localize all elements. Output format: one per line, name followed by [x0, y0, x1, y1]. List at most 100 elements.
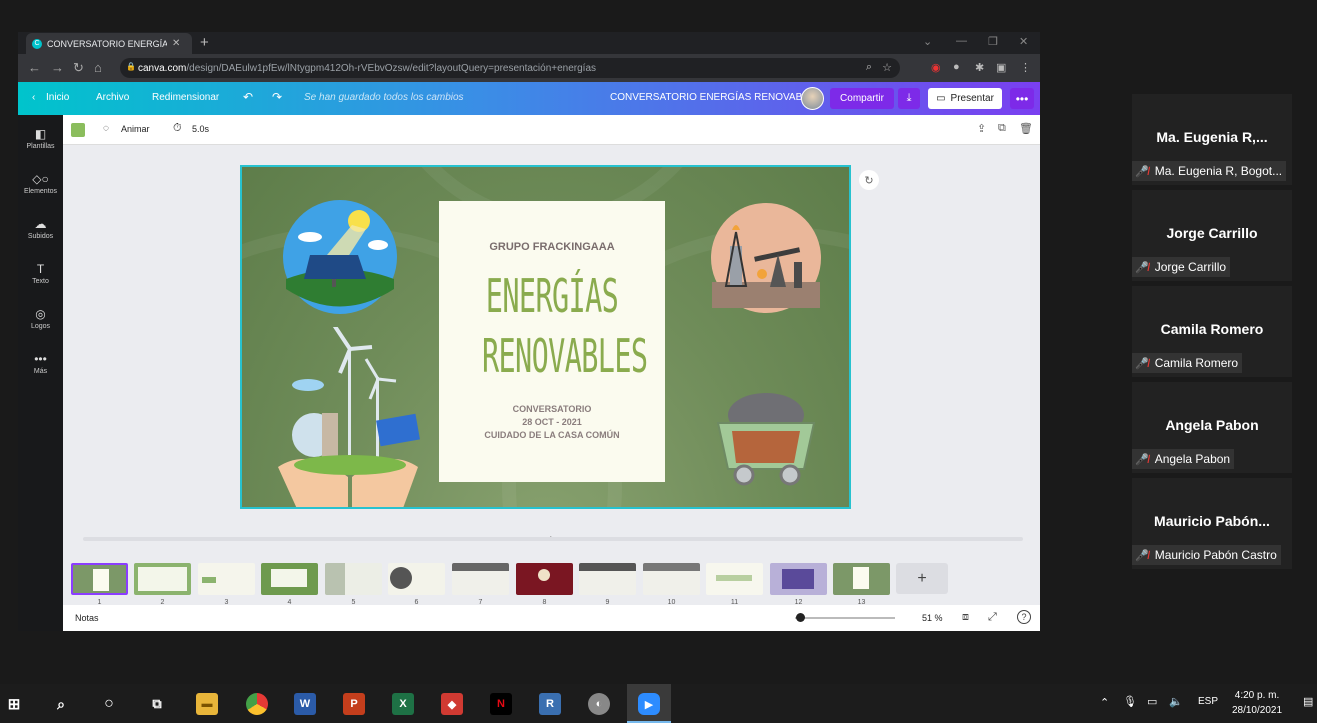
help-icon[interactable]: ?	[1017, 610, 1031, 624]
chrome-icon[interactable]	[246, 693, 268, 715]
search-icon[interactable]: ⌕	[50, 693, 72, 715]
sketchup-icon[interactable]: ◆	[441, 693, 463, 715]
browser-tab[interactable]: C CONVERSATORIO ENERGÍAS RENO ✕	[26, 33, 192, 54]
language-indicator[interactable]: ESP	[1198, 696, 1218, 707]
page-thumbnail[interactable]	[579, 563, 636, 595]
zoom-slider[interactable]	[795, 617, 895, 619]
home-icon[interactable]: ⌂	[94, 60, 102, 75]
present-button[interactable]: ▭ Presentar	[928, 88, 1002, 109]
back-icon[interactable]: ←	[28, 60, 41, 75]
undo-icon[interactable]: ↶	[243, 90, 253, 104]
duration-value[interactable]: 5.0s	[192, 124, 209, 134]
extensions-puzzle-icon[interactable]: ✱	[975, 61, 984, 74]
file-explorer-icon[interactable]: ▬	[196, 693, 218, 715]
animate-button[interactable]: Animar	[121, 124, 150, 134]
editor-workspace: ◌ Animar ⏱ 5.0s ⇪ ⧉ 🗑 GRUPO FRACKINGAAA …	[63, 115, 1040, 631]
zoom-icon[interactable]: ⌕	[866, 61, 872, 74]
background-color-swatch[interactable]	[71, 123, 85, 137]
participant-label-text: Mauricio Pabón Castro	[1154, 548, 1277, 562]
page-thumbnail[interactable]	[516, 563, 573, 595]
page-thumbnail[interactable]	[325, 563, 382, 595]
zoom-taskbar-item[interactable]: ▶	[627, 684, 671, 723]
share-button[interactable]: Compartir	[830, 88, 894, 109]
minimize-button[interactable]: —	[956, 35, 967, 47]
participant-tile[interactable]: Mauricio Pabón... 🎤̸ Mauricio Pabón Castr…	[1132, 478, 1292, 569]
volume-icon[interactable]: 🔈	[1169, 695, 1183, 708]
delete-page-icon[interactable]: 🗑	[1019, 122, 1033, 135]
windows-start-icon[interactable]: ⊞	[3, 693, 25, 715]
extension-icon[interactable]: ●	[953, 61, 960, 73]
bookmark-star-icon[interactable]: ☆	[882, 61, 892, 74]
excel-icon[interactable]: X	[392, 693, 414, 715]
home-link[interactable]: Inicio	[46, 92, 69, 103]
file-menu[interactable]: Archivo	[96, 92, 129, 103]
revit-icon[interactable]: R	[539, 693, 561, 715]
redo-icon[interactable]: ↷	[272, 90, 282, 104]
rail-item-uploads[interactable]: ☁ Subidos	[18, 217, 63, 240]
title-card[interactable]: GRUPO FRACKINGAAA ENERGÍAS RENOVABLES CO…	[439, 201, 665, 482]
tray-chevron-icon[interactable]: ⌃	[1100, 696, 1109, 709]
participant-tile[interactable]: Jorge Carrillo 🎤̸ Jorge Carrillo	[1132, 190, 1292, 281]
forward-icon[interactable]: →	[51, 60, 64, 75]
network-icon[interactable]: ▭	[1147, 695, 1157, 708]
url-input[interactable]: 🔒 canva.com/design/DAEulw1pfEw/lNtygpm41…	[120, 58, 900, 78]
task-view-icon[interactable]: ⧉	[146, 693, 168, 715]
app-globe-icon[interactable]: ◐	[588, 693, 610, 715]
windows-taskbar: ⊞ ⌕ ○ ⧉ ▬ W P X ◆ N R ◐ ▶ ⌃ 🎙 ▭ 🔈 ESP 4:…	[0, 684, 1317, 723]
page-thumbnail[interactable]	[770, 563, 827, 595]
extension-icon[interactable]: ▣	[996, 61, 1006, 74]
maximize-button[interactable]: ❐	[988, 35, 998, 48]
notifications-icon[interactable]: ▤	[1303, 695, 1313, 708]
page-thumbnail[interactable]	[261, 563, 318, 595]
participant-tile[interactable]: Camila Romero 🎤̸ Camila Romero	[1132, 286, 1292, 377]
rail-item-text[interactable]: T Texto	[18, 262, 63, 285]
word-icon[interactable]: W	[294, 693, 316, 715]
page-thumbnail[interactable]	[706, 563, 763, 595]
user-avatar[interactable]	[801, 87, 824, 110]
slide-canvas[interactable]: GRUPO FRACKINGAAA ENERGÍAS RENOVABLES CO…	[240, 165, 851, 509]
page-thumbnail[interactable]	[71, 563, 128, 595]
close-window-button[interactable]: ✕	[1019, 35, 1028, 48]
page-thumbnail[interactable]	[452, 563, 509, 595]
tab-search-icon[interactable]: ⌄	[923, 35, 932, 48]
notes-button[interactable]: Notas	[75, 613, 99, 623]
close-tab-icon[interactable]: ✕	[172, 38, 180, 49]
cortana-icon[interactable]: ○	[98, 693, 120, 715]
rotate-refresh-icon[interactable]: ↻	[859, 170, 879, 190]
page-thumbnail[interactable]	[833, 563, 890, 595]
page-thumbnail[interactable]	[134, 563, 191, 595]
participant-tile[interactable]: Angela Pabon 🎤̸ Angela Pabon	[1132, 382, 1292, 473]
duplicate-page-icon[interactable]: ⧉	[998, 122, 1006, 135]
animate-icon[interactable]: ◌	[103, 123, 109, 134]
participant-name: Angela Pabon	[1165, 417, 1259, 433]
page-count-icon[interactable]: ⧈	[962, 611, 969, 624]
more-options-icon[interactable]: •••	[1010, 88, 1034, 109]
rail-item-elements[interactable]: ◇○ Elementos	[18, 172, 63, 195]
zoom-level[interactable]: 51 %	[922, 613, 943, 623]
design-title[interactable]: CONVERSATORIO ENERGÍAS RENOVABLES	[610, 92, 821, 103]
horizontal-scrollbar[interactable]	[83, 537, 1023, 541]
fullscreen-icon[interactable]: ⤢	[988, 611, 997, 624]
extension-icon[interactable]: ◉	[931, 61, 941, 74]
timer-icon[interactable]: ⏱	[173, 122, 182, 135]
microphone-icon[interactable]: 🎙	[1123, 695, 1137, 708]
system-clock[interactable]: 4:20 p. m. 28/10/2021	[1222, 688, 1292, 718]
add-page-button[interactable]: +	[896, 563, 948, 594]
rail-item-more[interactable]: ••• Más	[18, 352, 63, 375]
share-page-icon[interactable]: ⇪	[977, 122, 986, 135]
download-icon[interactable]: ⤓	[898, 88, 920, 109]
back-chevron-icon[interactable]: ‹	[32, 92, 35, 103]
page-thumbnail[interactable]	[643, 563, 700, 595]
resize-menu[interactable]: Redimensionar	[152, 92, 219, 103]
zoom-slider-handle[interactable]	[796, 613, 805, 622]
chrome-menu-icon[interactable]: ⋮	[1020, 61, 1031, 74]
rail-item-templates[interactable]: ◧ Plantillas	[18, 127, 63, 150]
netflix-icon[interactable]: N	[490, 693, 512, 715]
page-thumbnail[interactable]	[388, 563, 445, 595]
reload-icon[interactable]: ↻	[73, 60, 84, 76]
page-thumbnail[interactable]	[198, 563, 255, 595]
rail-item-logos[interactable]: ◎ Logos	[18, 307, 63, 330]
participant-tile[interactable]: Ma. Eugenia R,... 🎤̸ Ma. Eugenia R, Bogot…	[1132, 94, 1292, 185]
new-tab-button[interactable]: +	[200, 34, 209, 51]
powerpoint-icon[interactable]: P	[343, 693, 365, 715]
